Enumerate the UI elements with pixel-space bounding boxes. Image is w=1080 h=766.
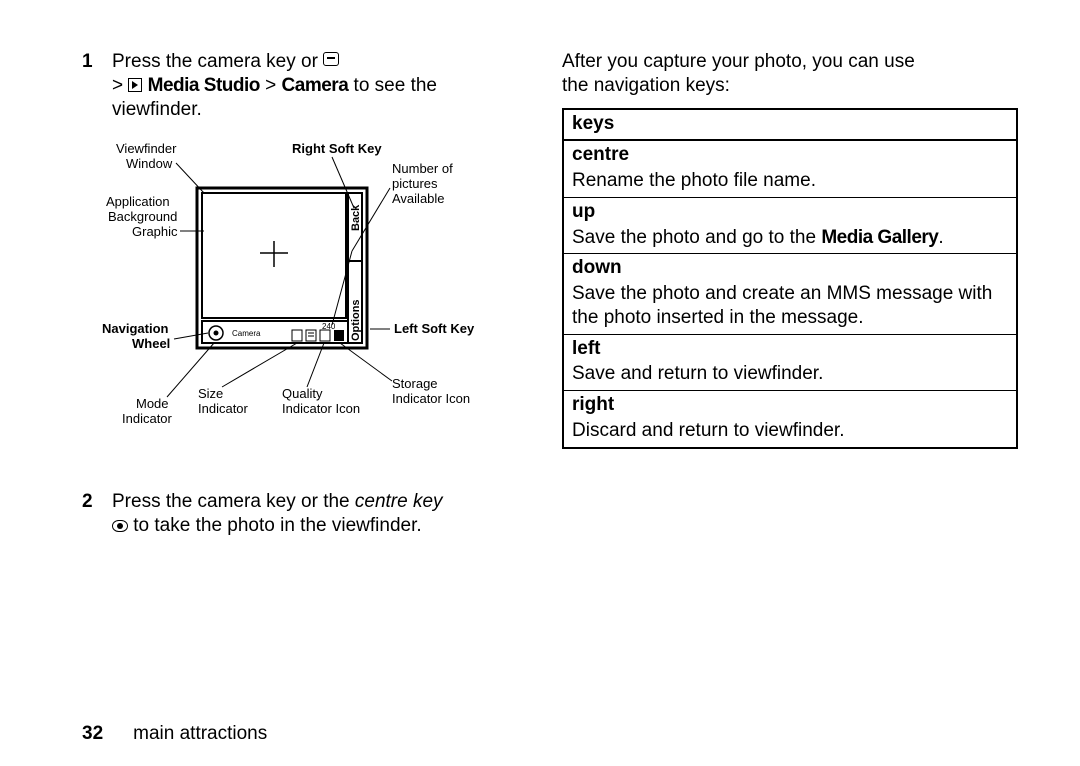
nav-keys-intro: After you capture your photo, you can us… xyxy=(562,50,1018,98)
text-bold: Media Studio xyxy=(148,75,260,96)
callout-app-bg: Application xyxy=(106,194,170,209)
centre-key-icon xyxy=(112,520,128,532)
key-name: left xyxy=(572,337,1008,361)
label-options: Options xyxy=(350,300,362,342)
label-camera: Camera xyxy=(232,329,261,338)
column-right: After you capture your photo, you can us… xyxy=(562,50,1018,550)
svg-text:Graphic: Graphic xyxy=(132,224,178,239)
svg-text:Wheel: Wheel xyxy=(132,336,170,351)
key-desc: Discard and return to viewfinder. xyxy=(572,420,844,441)
step-1: 1 Press the camera key or > Media Studio… xyxy=(82,50,522,121)
table-header: keys xyxy=(563,109,1017,141)
svg-text:Indicator Icon: Indicator Icon xyxy=(282,401,360,416)
callout-storage: Storage xyxy=(392,376,438,391)
menu-icon xyxy=(323,52,339,66)
svg-text:Window: Window xyxy=(126,156,173,171)
text: the navigation keys: xyxy=(562,75,730,96)
text: Press the camera key or xyxy=(112,51,323,72)
callout-viewfinder-window: Viewfinder xyxy=(116,141,177,156)
step-number: 2 xyxy=(82,490,112,538)
section-title: main attractions xyxy=(133,722,267,746)
column-left: 1 Press the camera key or > Media Studio… xyxy=(82,50,522,550)
callout-lsk: Left Soft Key xyxy=(394,321,475,336)
callout-num-pics: Number of xyxy=(392,161,453,176)
table-row: right Discard and return to viewfinder. xyxy=(563,391,1017,448)
svg-text:Indicator Icon: Indicator Icon xyxy=(392,391,470,406)
label-back: Back xyxy=(350,204,362,231)
page-footer: 32 main attractions xyxy=(82,722,1018,746)
svg-text:Available: Available xyxy=(392,191,445,206)
text: Press the camera key or the xyxy=(112,491,355,512)
svg-text:Indicator: Indicator xyxy=(198,401,249,416)
key-desc: Save and return to viewfinder. xyxy=(572,363,823,384)
key-desc: Rename the photo file name. xyxy=(572,170,816,191)
text: to see the xyxy=(348,75,437,96)
svg-text:Indicator: Indicator xyxy=(122,411,173,426)
text: viewfinder. xyxy=(112,99,202,120)
text: > xyxy=(260,75,282,96)
text: After you capture your photo, you can us… xyxy=(562,51,915,72)
step-number: 1 xyxy=(82,50,112,121)
table-row: up Save the photo and go to the Media Ga… xyxy=(563,197,1017,254)
keys-table: keys centre Rename the photo file name. … xyxy=(562,108,1018,449)
text: to take the photo in the viewfinder. xyxy=(128,515,422,536)
key-desc: Save the photo and create an MMS message… xyxy=(572,283,992,328)
callout-mode: Mode xyxy=(136,396,169,411)
callout-size: Size xyxy=(198,386,223,401)
step-body: Press the camera key or the centre key t… xyxy=(112,490,522,538)
key-name: down xyxy=(572,256,1008,280)
callout-nav-wheel: Navigation xyxy=(102,321,169,336)
table-row: centre Rename the photo file name. xyxy=(563,140,1017,197)
key-desc: Save the photo and go to the Media Galle… xyxy=(572,227,944,248)
columns: 1 Press the camera key or > Media Studio… xyxy=(82,50,1018,550)
manual-page: 1 Press the camera key or > Media Studio… xyxy=(0,0,1080,766)
step-2: 2 Press the camera key or the centre key… xyxy=(82,490,522,538)
callout-quality: Quality xyxy=(282,386,323,401)
text-bold: Camera xyxy=(282,75,349,96)
svg-text:Background: Background xyxy=(108,209,177,224)
text-italic: centre key xyxy=(355,491,443,512)
table-row: left Save and return to viewfinder. xyxy=(563,334,1017,391)
table-row: down Save the photo and create an MMS me… xyxy=(563,254,1017,334)
key-name: right xyxy=(572,393,1008,417)
play-icon xyxy=(128,78,142,92)
key-name: centre xyxy=(572,143,1008,167)
svg-text:pictures: pictures xyxy=(392,176,438,191)
page-number: 32 xyxy=(82,722,103,746)
callout-rsk: Right Soft Key xyxy=(292,141,382,156)
diagram-svg: Camera 240 Back Options Viewfinder Wi xyxy=(92,133,512,453)
viewfinder-diagram: Camera 240 Back Options Viewfinder Wi xyxy=(92,133,522,460)
key-name: up xyxy=(572,200,1008,224)
text: > xyxy=(112,75,128,96)
step-body: Press the camera key or > Media Studio >… xyxy=(112,50,522,121)
